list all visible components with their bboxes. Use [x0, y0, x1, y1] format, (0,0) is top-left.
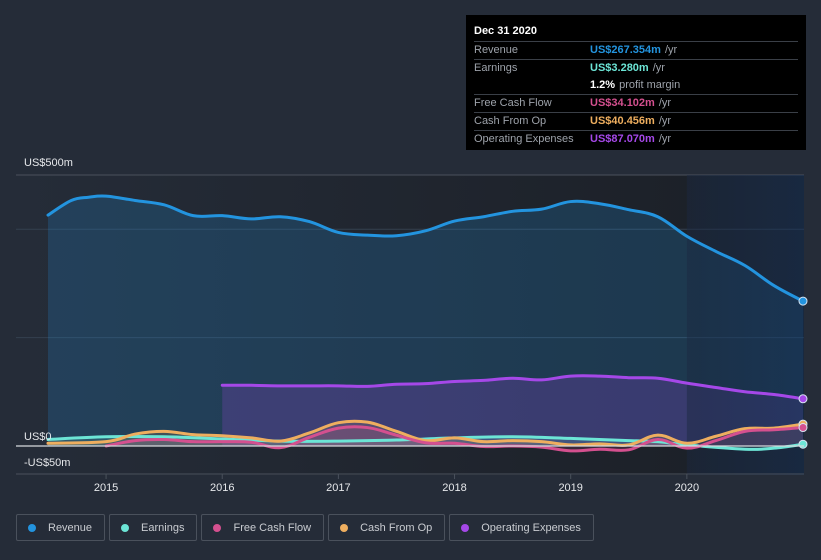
- legend-dot-icon: [340, 523, 349, 532]
- x-tick-label: 2020: [675, 482, 699, 494]
- x-tick-label: 2019: [558, 482, 582, 494]
- tooltip-unit: /yr: [658, 133, 672, 145]
- endpoint-operating-expenses[interactable]: [798, 394, 808, 404]
- endpoint-free-cash-flow[interactable]: [798, 423, 808, 433]
- legend-dot-icon: [121, 523, 130, 532]
- legend-label: Operating Expenses: [481, 521, 581, 534]
- tooltip-label: Free Cash Flow: [474, 97, 552, 109]
- tooltip-row-cash-from-op: Cash From Op US$40.456m /yr: [474, 112, 798, 130]
- tooltip-unit: /yr: [652, 62, 665, 74]
- x-tick-label: 2017: [326, 482, 350, 494]
- tooltip-row-profit-margin: 1.2% profit margin: [474, 77, 798, 94]
- x-axis-ticks: 2015 2016 2017 2018 2019 2020: [94, 474, 699, 494]
- tooltip-label: Operating Expenses: [474, 133, 574, 145]
- tooltip-row-revenue: Revenue US$267.354m /yr: [474, 41, 798, 59]
- tooltip-date: Dec 31 2020: [474, 25, 537, 37]
- tooltip-unit: profit margin: [619, 79, 681, 91]
- tooltip-unit: /yr: [658, 97, 672, 109]
- tooltip-label: [474, 77, 590, 94]
- legend-item-revenue[interactable]: Revenue: [16, 514, 106, 541]
- legend-label: Free Cash Flow: [233, 521, 312, 534]
- x-tick-label: 2018: [442, 482, 466, 494]
- legend-label: Cash From Op: [360, 521, 433, 534]
- tooltip-value: US$87.070m: [590, 133, 655, 145]
- legend-dot-icon: [461, 523, 470, 532]
- endpoint-earnings[interactable]: [798, 439, 808, 449]
- legend-label: Revenue: [48, 521, 93, 534]
- x-tick-label: 2015: [94, 482, 118, 494]
- tooltip-unit: /yr: [664, 44, 678, 56]
- y-tick-label-top: US$500m: [24, 157, 73, 169]
- tooltip-label: Revenue: [474, 44, 519, 56]
- legend-item-operating-expenses[interactable]: Operating Expenses: [449, 514, 594, 541]
- tooltip-row-free-cash-flow: Free Cash Flow US$34.102m /yr: [474, 94, 798, 112]
- tooltip-row-earnings: Earnings US$3.280m /yr: [474, 59, 798, 77]
- legend-item-earnings[interactable]: Earnings: [109, 514, 198, 541]
- tooltip-value: US$34.102m: [590, 97, 655, 109]
- x-tick-label: 2016: [210, 482, 234, 494]
- tooltip-unit: /yr: [658, 115, 672, 127]
- legend-dot-icon: [213, 523, 222, 532]
- legend-item-free-cash-flow[interactable]: Free Cash Flow: [201, 514, 325, 541]
- legend: Revenue Earnings Free Cash Flow Cash Fro…: [16, 514, 594, 541]
- tooltip-label: Cash From Op: [474, 115, 547, 127]
- y-tick-label-zero: US$0: [24, 431, 52, 443]
- y-tick-label-bottom: -US$50m: [24, 457, 70, 469]
- tooltip-value: US$40.456m: [590, 115, 655, 127]
- endpoint-revenue[interactable]: [798, 296, 808, 306]
- tooltip: Dec 31 2020 Revenue US$267.354m /yr Earn…: [466, 15, 806, 150]
- tooltip-value: US$3.280m: [590, 62, 649, 74]
- tooltip-label: Earnings: [474, 62, 518, 74]
- tooltip-row-operating-expenses: Operating Expenses US$87.070m /yr: [474, 130, 798, 148]
- tooltip-value: US$267.354m: [590, 44, 661, 56]
- legend-dot-icon: [28, 523, 36, 532]
- legend-label: Earnings: [141, 521, 185, 534]
- tooltip-value: 1.2%: [590, 79, 616, 91]
- legend-item-cash-from-op[interactable]: Cash From Op: [328, 514, 446, 541]
